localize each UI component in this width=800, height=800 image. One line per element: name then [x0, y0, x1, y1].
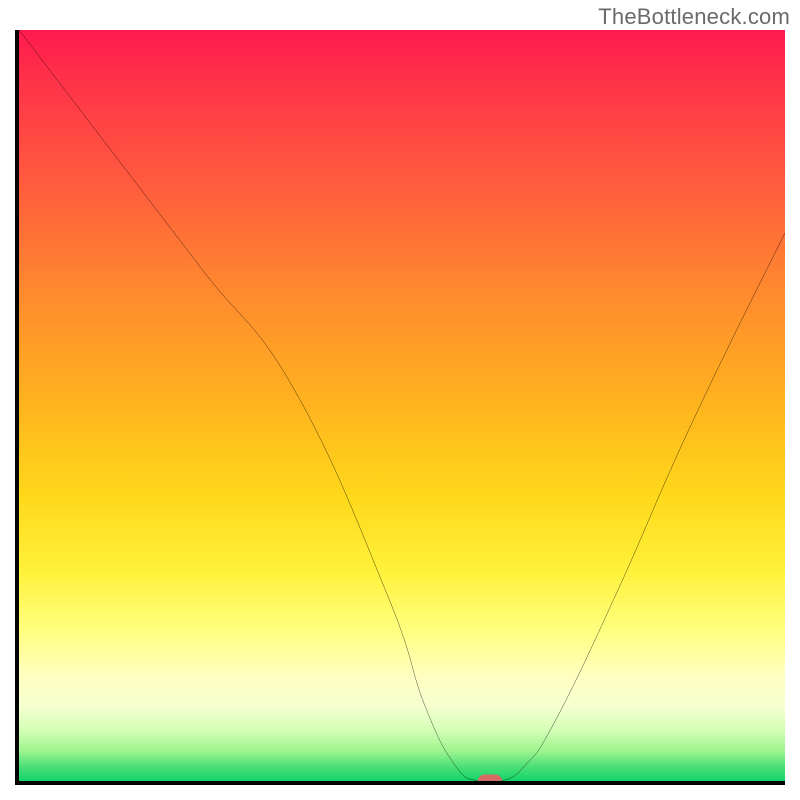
chart-container: TheBottleneck.com — [0, 0, 800, 800]
watermark-text: TheBottleneck.com — [598, 4, 790, 30]
chart-axes — [15, 30, 785, 785]
curve-path — [19, 30, 785, 781]
bottleneck-curve — [19, 30, 785, 781]
plot-area — [19, 30, 785, 781]
optimal-marker — [478, 775, 502, 782]
